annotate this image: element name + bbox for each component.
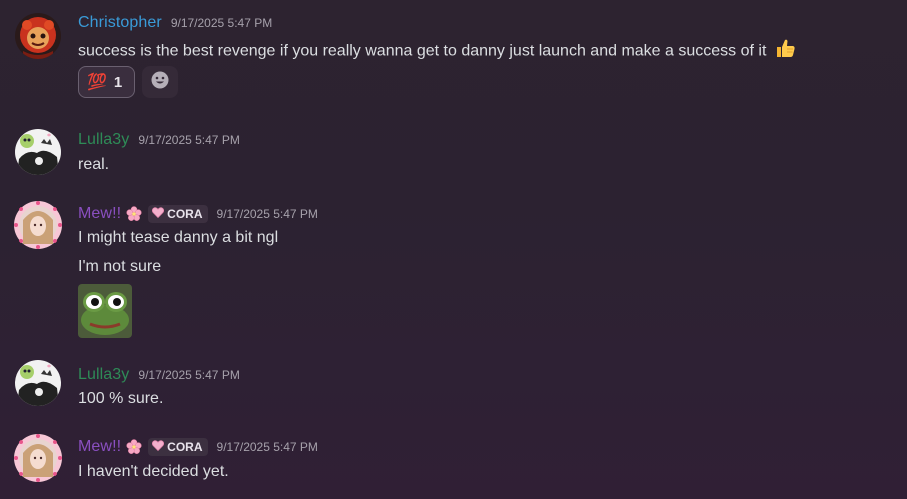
message-text: 100 % sure. <box>78 390 164 407</box>
heart-icon <box>152 440 165 454</box>
server-tag[interactable]: CORA <box>148 205 208 223</box>
avatar[interactable] <box>13 200 63 250</box>
username[interactable]: Lulla3y <box>78 366 129 384</box>
server-tag[interactable]: CORA <box>148 438 208 456</box>
avatar[interactable] <box>15 360 61 406</box>
avatar[interactable] <box>15 129 61 175</box>
username[interactable]: Christopher <box>78 14 162 32</box>
message-text: success is the best revenge if you reall… <box>78 37 796 66</box>
timestamp[interactable]: 9/17/2025 5:47 PM <box>138 368 239 382</box>
chat-message: Christopher 9/17/2025 5:47 PM success is… <box>0 0 907 110</box>
username[interactable]: Mew!! <box>78 205 121 223</box>
message-text: real. <box>78 156 110 173</box>
tag-label: CORA <box>167 207 203 221</box>
timestamp[interactable]: 9/17/2025 5:47 PM <box>217 440 318 454</box>
hundred-points-icon: 💯 <box>87 74 107 91</box>
thumbs-up-icon <box>774 37 796 66</box>
chat-message: Lulla3y 9/17/2025 5:47 PM 100 % sure. <box>0 350 907 420</box>
message-text: I might tease danny a bit ngl <box>78 229 279 246</box>
reaction-100[interactable]: 💯 1 <box>78 66 135 98</box>
add-reaction-button[interactable] <box>142 66 178 98</box>
peepo-frog-icon <box>78 284 132 342</box>
timestamp[interactable]: 9/17/2025 5:47 PM <box>217 207 318 221</box>
smiley-icon <box>150 70 170 95</box>
reaction-count: 1 <box>113 73 123 91</box>
chat-message: Lulla3y 9/17/2025 5:47 PM real. <box>0 115 907 180</box>
tag-label: CORA <box>167 440 203 454</box>
chat-message: Mew!! CORA 9/17/2025 5:47 PM I might tea… <box>0 190 907 350</box>
timestamp[interactable]: 9/17/2025 5:47 PM <box>138 133 239 147</box>
cherry-blossom-icon <box>126 439 142 455</box>
message-text: I haven't decided yet. <box>78 463 229 480</box>
username[interactable]: Mew!! <box>78 438 121 456</box>
username[interactable]: Lulla3y <box>78 131 129 149</box>
chat-message: Mew!! CORA 9/17/2025 5:47 PM I haven't d… <box>0 425 907 499</box>
avatar[interactable] <box>13 433 63 483</box>
heart-icon <box>152 207 165 221</box>
cherry-blossom-icon <box>126 206 142 222</box>
timestamp[interactable]: 9/17/2025 5:47 PM <box>171 16 272 30</box>
sticker-image[interactable] <box>78 284 132 338</box>
message-text: I'm not sure <box>78 258 162 275</box>
avatar[interactable] <box>15 13 61 59</box>
